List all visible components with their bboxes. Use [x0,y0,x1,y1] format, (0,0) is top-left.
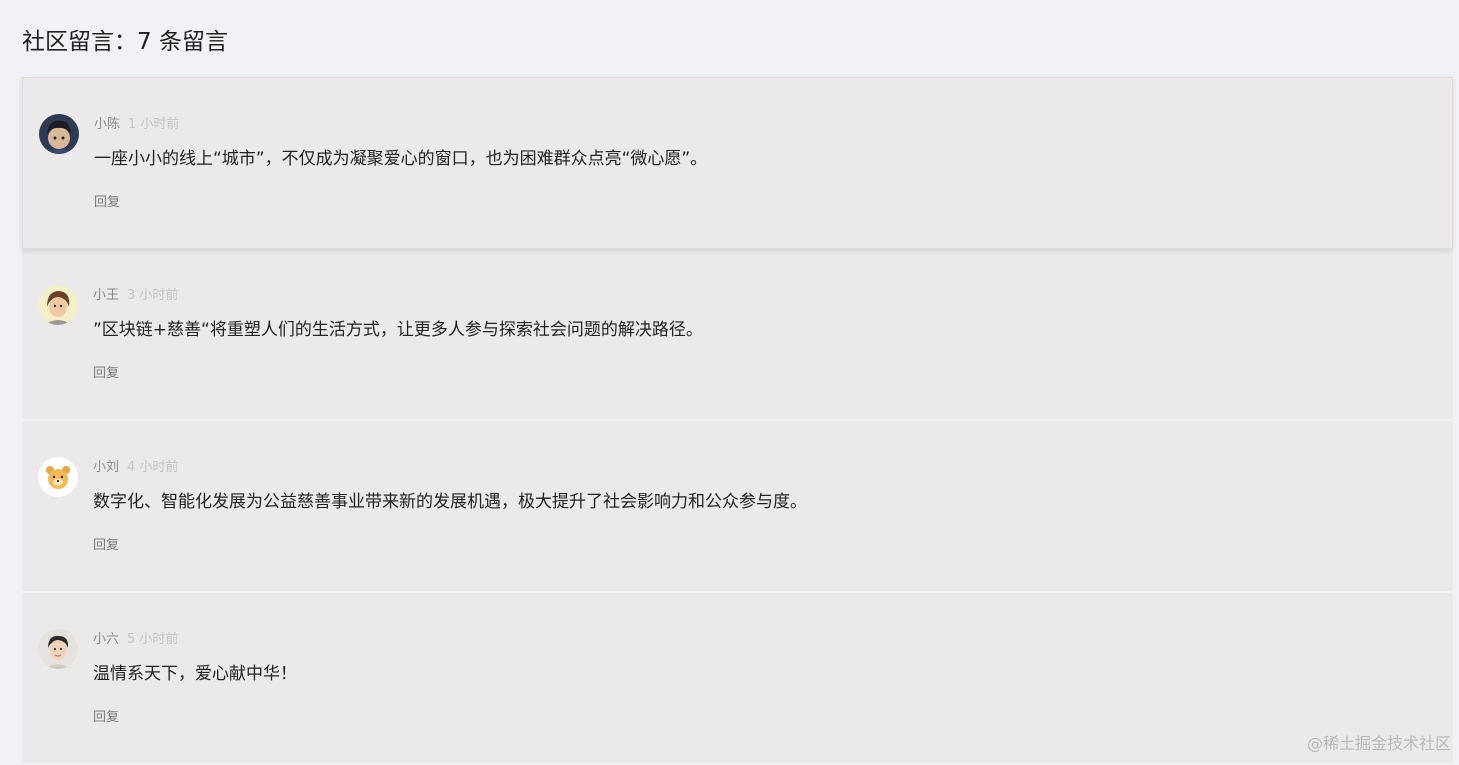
comment-item: 小刘 4 小时前 数字化、智能化发展为公益慈善事业带来新的发展机遇，极大提升了社会… [22,421,1453,593]
dark-hair-person-avatar-icon[interactable] [39,114,79,154]
comment-content: 一座小小的线上“城市”，不仅成为凝聚爱心的窗口，也为困难群众点亮“微心愿”。 [94,146,707,172]
comment-meta: 小刘 4 小时前 [93,459,178,477]
reply-button[interactable]: 回复 [93,709,119,727]
bear-avatar-icon[interactable] [38,457,78,497]
comment-meta: 小王 3 小时前 [93,287,178,305]
comment-item: 小陈 1 小时前 一座小小的线上“城市”，不仅成为凝聚爱心的窗口，也为困难群众点亮… [22,77,1453,249]
comment-author[interactable]: 小刘 [93,460,119,475]
reply-button[interactable]: 回复 [94,194,120,212]
comment-meta: 小陈 1 小时前 [94,116,179,134]
comment-list: 小陈 1 小时前 一座小小的线上“城市”，不仅成为凝聚爱心的窗口，也为困难群众点亮… [22,77,1453,765]
comment-content: 温情系天下，爱心献中华！ [93,661,297,687]
comment-time: 3 小时前 [127,288,178,303]
comment-time: 4 小时前 [127,460,178,475]
brown-hair-person-avatar-icon[interactable] [38,285,78,325]
watermark: @稀土掘金技术社区 [1307,730,1451,754]
reply-button[interactable]: 回复 [93,537,119,555]
comment-time: 5 小时前 [127,632,178,647]
man-portrait-avatar-icon[interactable] [38,629,78,669]
comment-content: 数字化、智能化发展为公益慈善事业带来新的发展机遇，极大提升了社会影响力和公众参与… [93,489,807,515]
comment-time: 1 小时前 [128,117,179,132]
comment-meta: 小六 5 小时前 [93,631,178,649]
page-title: 社区留言：7 条留言 [22,26,228,58]
comment-author[interactable]: 小王 [93,288,119,303]
comment-item: 小王 3 小时前 ”区块链+慈善“将重塑人们的生活方式，让更多人参与探索社会问题的… [22,249,1453,421]
comment-author[interactable]: 小陈 [94,117,120,132]
reply-button[interactable]: 回复 [93,365,119,383]
comment-content: ”区块链+慈善“将重塑人们的生活方式，让更多人参与探索社会问题的解决路径。 [93,317,703,343]
comment-item: 小六 5 小时前 温情系天下，爱心献中华！ 回复 [22,593,1453,765]
comment-author[interactable]: 小六 [93,632,119,647]
